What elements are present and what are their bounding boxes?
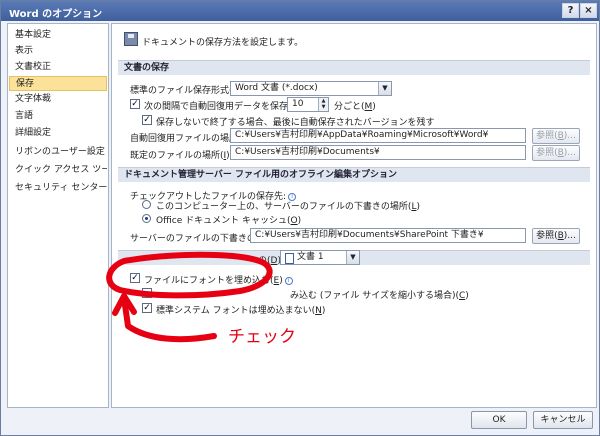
default-format-value: Word 文書 (*.docx) (235, 83, 318, 93)
browse-default-location-button[interactable]: 参照(B)... (532, 145, 580, 161)
save-disk-icon (124, 32, 138, 46)
help-button[interactable]: ? (562, 3, 579, 18)
browse-server-drafts-button[interactable]: 参照(B)... (532, 228, 580, 244)
sidebar-item-display[interactable]: 表示 (9, 44, 107, 59)
embed-used-characters-checkbox[interactable] (142, 288, 152, 298)
sidebar-item-proofing[interactable]: 文書校正 (9, 60, 107, 75)
info-icon: i (284, 276, 293, 285)
keep-last-autosave-label: 保存しないで終了する場合、最後に自動保存されたバージョンを残す (156, 118, 435, 128)
offline-editing-header: ドキュメント管理サーバー ファイル用のオフライン編集オプション (118, 167, 590, 182)
minutes-label: 分ごと(M) (334, 102, 376, 112)
autorecover-minutes-value: 10 (292, 99, 304, 109)
sidebar-item-save[interactable]: 保存 (9, 76, 107, 91)
server-drafts-location-input[interactable]: C:¥Users¥吉村印刷¥Documents¥SharePoint 下書き¥ (250, 228, 526, 243)
title-bar: Word のオプション ? × (1, 1, 599, 21)
default-format-label: 標準のファイル保存形式(F): (130, 86, 244, 96)
sidebar-item-basic[interactable]: 基本設定 (9, 28, 107, 43)
annotation-text: チェック (228, 327, 296, 347)
office-cache-radio-label: Office ドキュメント キャッシュ(O) (156, 216, 302, 226)
default-location-input[interactable]: C:¥Users¥吉村印刷¥Documents¥ (230, 145, 526, 160)
fidelity-document-dropdown[interactable]: 文書 1 ▼ (280, 250, 360, 265)
ok-button[interactable]: OK (471, 411, 527, 429)
server-drafts-radio[interactable] (142, 200, 151, 209)
sidebar: 基本設定 表示 文書校正 保存 文字体裁 言語 詳細設定 リボンのユーザー設定 … (7, 23, 109, 408)
no-system-fonts-checkbox[interactable]: ✓ (142, 303, 152, 313)
sidebar-item-quick-access-toolbar[interactable]: クイック アクセス ツール バー (9, 163, 107, 178)
default-location-label: 既定のファイルの場所(I): (130, 151, 233, 161)
autorecover-location-input[interactable]: C:¥Users¥吉村印刷¥AppData¥Roaming¥Microsoft¥… (230, 128, 526, 143)
server-drafts-radio-label: このコンピューター上の、サーバーのファイルの下書きの場所(L) (156, 202, 420, 212)
sidebar-item-typography[interactable]: 文字体裁 (9, 92, 107, 107)
fidelity-document-value: 文書 1 (297, 252, 324, 262)
sidebar-item-advanced[interactable]: 詳細設定 (9, 126, 107, 141)
sidebar-item-trust-center[interactable]: セキュリティ センター (9, 181, 107, 196)
browse-autorecover-button[interactable]: 参照(B)... (532, 128, 580, 144)
window-title: Word のオプション (9, 9, 103, 20)
close-button[interactable]: × (580, 3, 597, 18)
cancel-button[interactable]: キャンセル (533, 411, 593, 429)
embed-used-characters-label: み込む (ファイル サイズを縮小する場合)(C) (290, 291, 469, 301)
embed-fonts-label: ファイルにフォントを埋め込む(E) i (144, 273, 293, 286)
word-options-dialog: Word のオプション ? × 基本設定 表示 文書校正 保存 文字体裁 言語 … (0, 0, 600, 436)
spinner-arrows-icon[interactable]: ▲ ▼ (318, 98, 328, 111)
keep-last-autosave-checkbox[interactable]: ✓ (142, 115, 152, 125)
sidebar-item-language[interactable]: 言語 (9, 109, 107, 124)
document-icon (285, 253, 294, 264)
autorecover-checkbox[interactable]: ✓ (130, 99, 140, 109)
save-documents-header: 文書の保存 (118, 60, 590, 75)
chevron-down-icon: ▼ (378, 82, 391, 95)
autorecover-minutes-input[interactable]: 10 ▲ ▼ (287, 97, 329, 112)
options-content: ドキュメントの保存方法を設定します。 文書の保存 標準のファイル保存形式(F):… (111, 23, 597, 408)
default-format-dropdown[interactable]: Word 文書 (*.docx) ▼ (230, 81, 392, 96)
embed-fonts-checkbox[interactable]: ✓ (130, 273, 140, 283)
save-intro-text: ドキュメントの保存方法を設定します。 (142, 38, 304, 48)
office-cache-radio[interactable] (142, 214, 151, 223)
sidebar-item-customize-ribbon[interactable]: リボンのユーザー設定 (9, 145, 107, 160)
chevron-down-icon: ▼ (346, 251, 359, 264)
no-system-fonts-label: 標準システム フォントは埋め込まない(N) (156, 306, 326, 316)
